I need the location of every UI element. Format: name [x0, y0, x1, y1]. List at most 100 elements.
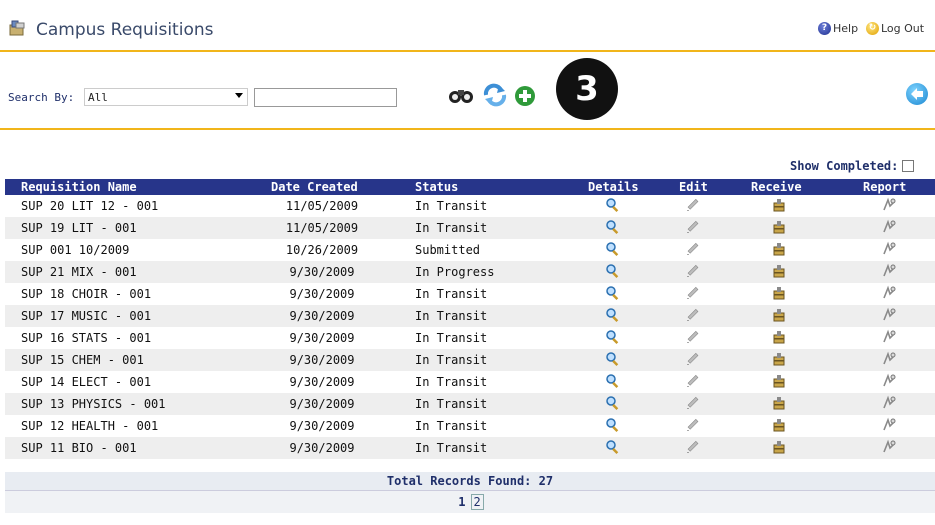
table-row[interactable]: SUP 14 ELECT - 001 9/30/2009 In Transit	[5, 371, 935, 393]
edit-icon[interactable]	[685, 373, 701, 389]
edit-icon[interactable]	[685, 307, 701, 323]
details-icon[interactable]	[605, 219, 621, 235]
receive-icon[interactable]	[771, 285, 787, 301]
report-icon[interactable]	[881, 395, 897, 411]
receive-icon[interactable]	[771, 439, 787, 455]
help-link[interactable]: Help	[818, 22, 858, 35]
table-row[interactable]: SUP 16 STATS - 001 9/30/2009 In Transit	[5, 327, 935, 349]
table-row[interactable]: SUP 20 LIT 12 - 001 11/05/2009 In Transit	[5, 195, 935, 217]
status: In Transit	[415, 331, 488, 345]
edit-icon[interactable]	[685, 329, 701, 345]
requisition-name: SUP 14 ELECT - 001	[21, 375, 152, 389]
back-arrow-icon	[911, 88, 923, 100]
details-icon[interactable]	[605, 197, 621, 213]
edit-icon[interactable]	[685, 263, 701, 279]
logout-label: Log Out	[881, 22, 925, 35]
edit-icon[interactable]	[685, 439, 701, 455]
requisition-name: SUP 18 CHOIR - 001	[21, 287, 152, 301]
show-completed-checkbox[interactable]	[902, 160, 915, 172]
search-field-select[interactable]: All	[84, 88, 248, 106]
table-row[interactable]: SUP 001 10/2009 10/26/2009 Submitted	[5, 239, 935, 261]
details-icon[interactable]	[605, 373, 621, 389]
edit-icon[interactable]	[685, 351, 701, 367]
report-icon[interactable]	[881, 219, 897, 235]
report-icon[interactable]	[881, 373, 897, 389]
app-header: Campus Requisitions Help Log Out	[0, 8, 935, 52]
status: In Transit	[415, 353, 488, 367]
column-header-status[interactable]: Status	[415, 180, 458, 194]
edit-icon[interactable]	[685, 197, 701, 213]
column-header-edit: Edit	[679, 180, 708, 194]
show-completed-label: Show Completed:	[790, 159, 899, 173]
status: In Transit	[415, 441, 488, 455]
report-icon[interactable]	[881, 285, 897, 301]
edit-icon[interactable]	[685, 417, 701, 433]
requisition-name: SUP 12 HEALTH - 001	[21, 419, 159, 433]
binoculars-icon[interactable]	[447, 85, 475, 105]
receive-icon[interactable]	[771, 219, 787, 235]
date-created: 9/30/2009	[289, 309, 355, 323]
search-input[interactable]	[254, 88, 397, 107]
receive-icon[interactable]	[771, 329, 787, 345]
date-created: 11/05/2009	[285, 221, 359, 235]
date-created: 9/30/2009	[289, 265, 355, 279]
receive-icon[interactable]	[771, 241, 787, 257]
details-icon[interactable]	[605, 417, 621, 433]
report-icon[interactable]	[881, 263, 897, 279]
campus-requisitions-icon	[9, 20, 25, 36]
edit-icon[interactable]	[685, 219, 701, 235]
receive-icon[interactable]	[771, 197, 787, 213]
total-records: Total Records Found: 27	[5, 472, 935, 491]
table-row[interactable]: SUP 18 CHOIR - 001 9/30/2009 In Transit	[5, 283, 935, 305]
table-row[interactable]: SUP 17 MUSIC - 001 9/30/2009 In Transit	[5, 305, 935, 327]
details-icon[interactable]	[605, 439, 621, 455]
help-label: Help	[833, 22, 859, 35]
details-icon[interactable]	[605, 263, 621, 279]
report-icon[interactable]	[881, 417, 897, 433]
report-icon[interactable]	[881, 307, 897, 323]
report-icon[interactable]	[881, 439, 897, 455]
details-icon[interactable]	[605, 285, 621, 301]
refresh-icon[interactable]	[482, 83, 508, 107]
details-icon[interactable]	[605, 395, 621, 411]
table-row[interactable]: SUP 11 BIO - 001 9/30/2009 In Transit	[5, 437, 935, 459]
edit-icon[interactable]	[685, 285, 701, 301]
table-row[interactable]: SUP 19 LIT - 001 11/05/2009 In Transit	[5, 217, 935, 239]
column-header-name[interactable]: Requisition Name	[21, 180, 137, 194]
receive-icon[interactable]	[771, 263, 787, 279]
receive-icon[interactable]	[771, 373, 787, 389]
date-created: 9/30/2009	[289, 375, 355, 389]
details-icon[interactable]	[605, 307, 621, 323]
table-row[interactable]: SUP 12 HEALTH - 001 9/30/2009 In Transit	[5, 415, 935, 437]
chevron-down-icon	[235, 93, 243, 98]
table-row[interactable]: SUP 21 MIX - 001 9/30/2009 In Progress	[5, 261, 935, 283]
page-1[interactable]: 1	[456, 491, 467, 513]
edit-icon[interactable]	[685, 241, 701, 257]
receive-icon[interactable]	[771, 351, 787, 367]
receive-icon[interactable]	[771, 395, 787, 411]
logout-icon	[866, 22, 879, 35]
column-header-report: Report	[863, 180, 907, 194]
logout-link[interactable]: Log Out	[866, 22, 924, 35]
details-icon[interactable]	[605, 351, 621, 367]
table-row[interactable]: SUP 13 PHYSICS - 001 9/30/2009 In Transit	[5, 393, 935, 415]
receive-icon[interactable]	[771, 417, 787, 433]
status: In Transit	[415, 397, 488, 411]
back-button[interactable]	[906, 83, 928, 105]
details-icon[interactable]	[605, 241, 621, 257]
edit-icon[interactable]	[685, 395, 701, 411]
date-created: 10/26/2009	[285, 243, 359, 257]
add-icon[interactable]	[514, 85, 536, 107]
table-row[interactable]: SUP 15 CHEM - 001 9/30/2009 In Transit	[5, 349, 935, 371]
details-icon[interactable]	[605, 329, 621, 345]
column-header-date[interactable]: Date Created	[271, 180, 358, 194]
report-icon[interactable]	[881, 351, 897, 367]
report-icon[interactable]	[881, 329, 897, 345]
receive-icon[interactable]	[771, 307, 787, 323]
page-2[interactable]: 2	[470, 494, 484, 510]
report-icon[interactable]	[881, 197, 897, 213]
report-icon[interactable]	[881, 241, 897, 257]
status: In Transit	[415, 199, 488, 213]
search-field-value: All	[88, 91, 108, 104]
requisitions-table: Requisition Name Date Created Status Det…	[5, 179, 935, 459]
